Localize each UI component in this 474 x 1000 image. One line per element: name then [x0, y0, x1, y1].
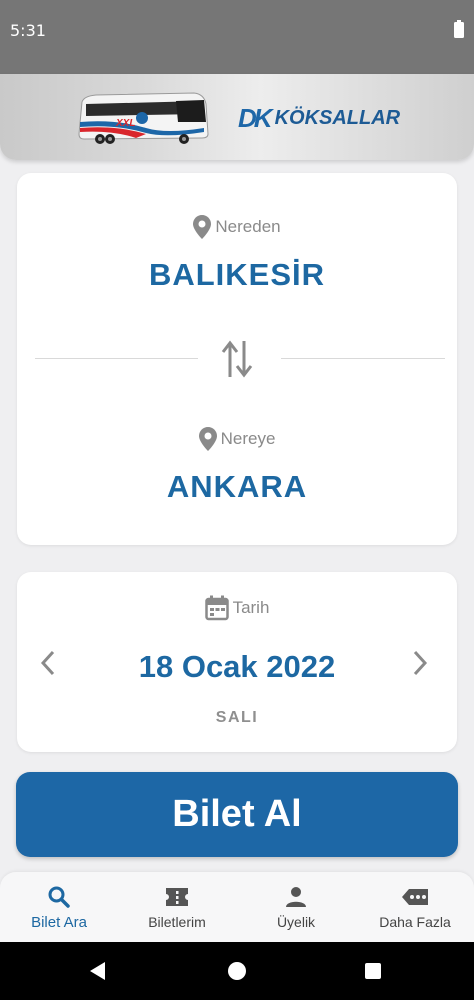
- home-icon[interactable]: [228, 962, 246, 980]
- origin-city[interactable]: BALIKESİR: [17, 257, 457, 293]
- nav-item-uyelik[interactable]: Üyelik: [237, 872, 355, 942]
- selected-date[interactable]: 18 Ocak 2022: [17, 649, 457, 685]
- date-label: Tarih: [232, 598, 270, 617]
- location-pin-icon: [193, 215, 212, 239]
- day-of-week: SALI: [215, 709, 259, 726]
- destination-label-row: Nereye: [17, 427, 457, 451]
- origin-label: Nereden: [215, 217, 281, 236]
- swap-icon: [221, 340, 253, 378]
- status-time: 5:31: [10, 21, 46, 40]
- recent-apps-icon[interactable]: [365, 963, 381, 979]
- status-bar: 5:31: [0, 0, 474, 74]
- origin-label-row: Nereden: [17, 215, 457, 239]
- person-icon: [286, 887, 306, 907]
- nav-label: Üyelik: [276, 914, 316, 930]
- app-header: XXL DK KÖKSALLAR: [0, 74, 474, 160]
- logo-text: KÖKSALLAR: [274, 106, 401, 129]
- system-navigation-bar: [0, 942, 474, 1000]
- location-pin-icon: [198, 427, 217, 451]
- nav-label: Bilet Ara: [31, 914, 87, 931]
- more-icon: [402, 889, 428, 905]
- destination-label: Nereye: [220, 429, 276, 448]
- next-day-button[interactable]: [405, 648, 435, 678]
- bus-image: XXL: [78, 92, 209, 144]
- date-card: Tarih 18 Ocak 2022 SALI: [17, 572, 457, 752]
- search-icon: [48, 886, 70, 908]
- back-icon[interactable]: [90, 962, 105, 980]
- buy-ticket-button[interactable]: Bilet Al: [16, 772, 458, 857]
- divider-right: [281, 358, 445, 359]
- brand-logo: DK KÖKSALLAR: [238, 102, 401, 133]
- nav-label: Biletlerim: [148, 914, 206, 930]
- chevron-right-icon: [413, 650, 428, 676]
- ticket-icon: [166, 888, 188, 906]
- bottom-navigation: Bilet Ara Biletlerim Üyelik Daha Fazla: [0, 872, 474, 942]
- nav-item-daha-fazla[interactable]: Daha Fazla: [356, 872, 474, 942]
- nav-item-bilet-ara[interactable]: Bilet Ara: [0, 872, 118, 942]
- nav-item-biletlerim[interactable]: Biletlerim: [118, 872, 236, 942]
- destination-city[interactable]: ANKARA: [17, 469, 457, 505]
- route-card: Nereden BALIKESİR Nereye ANKARA: [17, 173, 457, 545]
- calendar-icon: [204, 595, 229, 621]
- nav-label: Daha Fazla: [379, 914, 451, 930]
- date-label-row: Tarih: [17, 595, 457, 621]
- battery-icon: [454, 20, 464, 38]
- logo-mark: DK: [238, 102, 273, 133]
- divider-left: [35, 358, 198, 359]
- swap-route-button[interactable]: [219, 339, 255, 379]
- svg-text:XXL: XXL: [115, 118, 135, 129]
